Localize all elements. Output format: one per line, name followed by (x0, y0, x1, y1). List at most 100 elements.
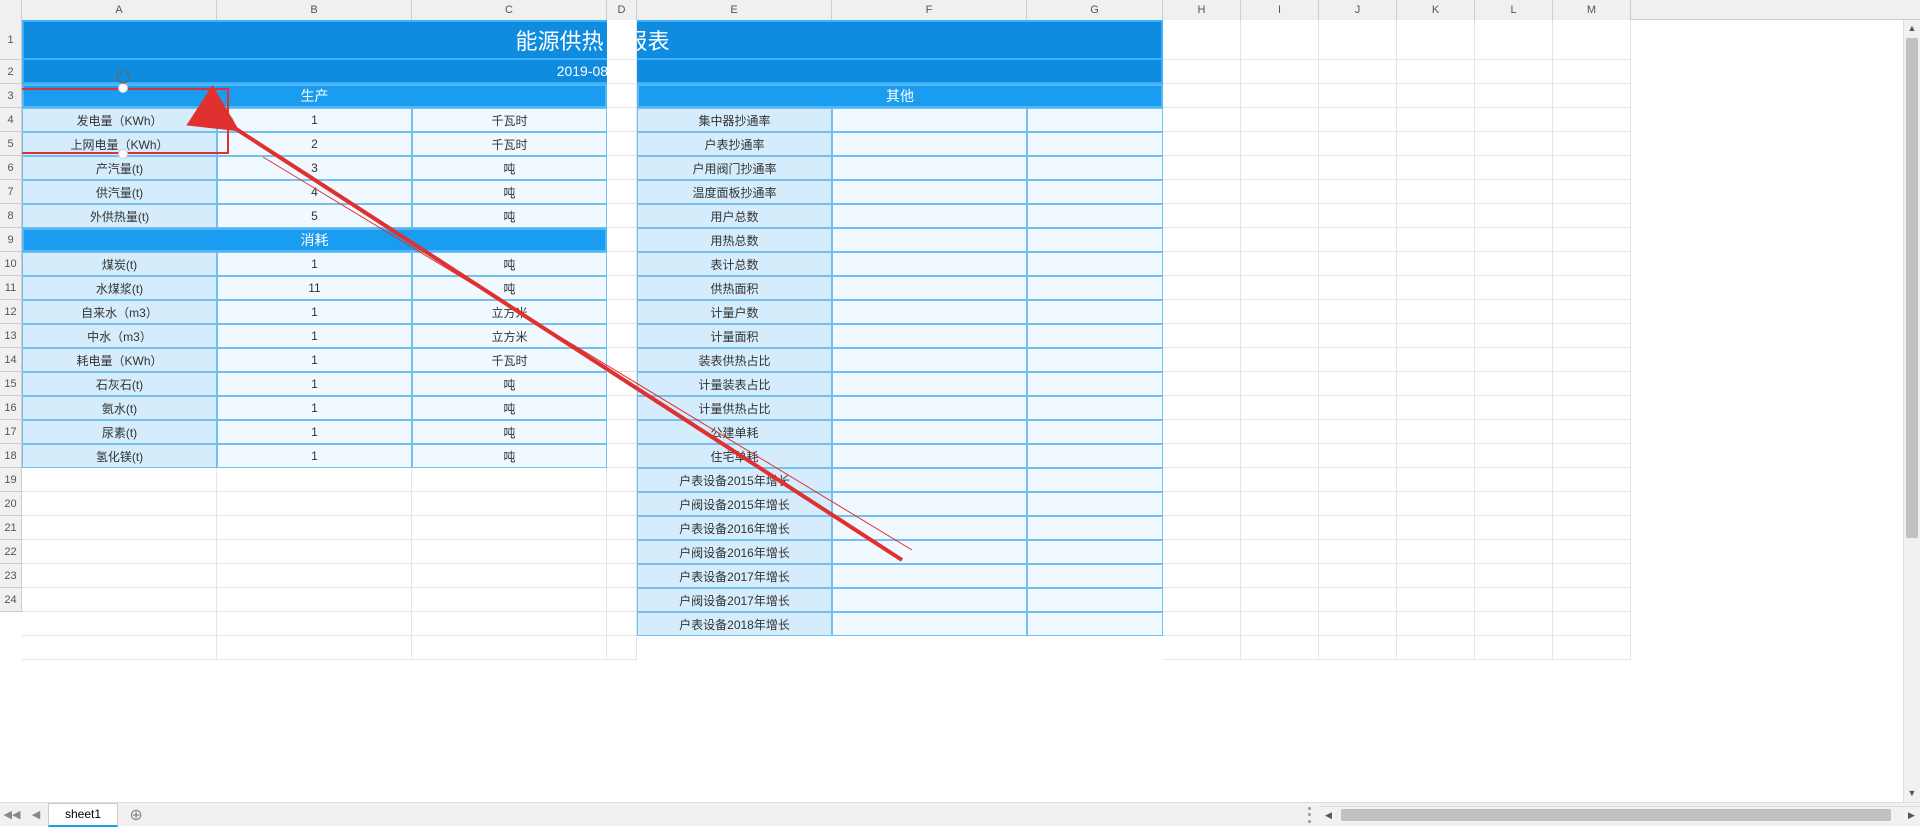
empty-cell[interactable] (1163, 540, 1241, 564)
add-sheet-button[interactable]: ⊕ (124, 803, 148, 827)
other-label[interactable]: 计量装表占比 (637, 372, 832, 396)
vertical-scrollbar[interactable]: ▲ ▼ (1903, 20, 1920, 802)
empty-cell[interactable] (1241, 108, 1319, 132)
consumption-unit[interactable]: 吨 (412, 276, 607, 300)
other-value2[interactable] (1027, 300, 1163, 324)
row-header[interactable]: 5 (0, 132, 22, 156)
empty-cell[interactable] (1319, 444, 1397, 468)
empty-cell[interactable] (1553, 300, 1631, 324)
row-header[interactable]: 19 (0, 468, 22, 492)
other-label[interactable]: 户表设备2015年增长 (637, 468, 832, 492)
other-value2[interactable] (1027, 492, 1163, 516)
empty-cell[interactable] (607, 420, 637, 444)
empty-cell[interactable] (412, 564, 607, 588)
empty-cell[interactable] (1163, 300, 1241, 324)
production-value[interactable]: 3 (217, 156, 412, 180)
section-header-consumption[interactable]: 消耗 (22, 228, 607, 252)
empty-cell[interactable] (1241, 468, 1319, 492)
empty-cell[interactable] (22, 564, 217, 588)
empty-cell[interactable] (1553, 372, 1631, 396)
other-label[interactable]: 户阀设备2015年增长 (637, 492, 832, 516)
empty-cell[interactable] (1475, 396, 1553, 420)
empty-cell[interactable] (412, 492, 607, 516)
empty-cell[interactable] (1397, 204, 1475, 228)
consumption-label[interactable]: 氨水(t) (22, 396, 217, 420)
row-header[interactable]: 24 (0, 588, 22, 612)
empty-cell[interactable] (1553, 228, 1631, 252)
empty-cell[interactable] (1475, 84, 1553, 108)
select-all-corner[interactable] (0, 0, 22, 20)
consumption-label[interactable]: 石灰石(t) (22, 372, 217, 396)
empty-cell[interactable] (1475, 60, 1553, 84)
production-value[interactable]: 2 (217, 132, 412, 156)
empty-cell[interactable] (607, 468, 637, 492)
other-value[interactable] (832, 228, 1027, 252)
empty-cell[interactable] (1241, 636, 1319, 660)
empty-cell[interactable] (1397, 60, 1475, 84)
row-header[interactable]: 15 (0, 372, 22, 396)
scroll-left-button[interactable]: ◀ (1320, 807, 1337, 824)
empty-cell[interactable] (1241, 372, 1319, 396)
empty-cell[interactable] (1241, 228, 1319, 252)
empty-cell[interactable] (1553, 396, 1631, 420)
empty-cell[interactable] (1397, 348, 1475, 372)
empty-cell[interactable] (607, 252, 637, 276)
empty-cell[interactable] (1397, 420, 1475, 444)
other-value[interactable] (832, 612, 1027, 636)
empty-cell[interactable] (607, 324, 637, 348)
empty-cell[interactable] (607, 156, 637, 180)
consumption-value[interactable]: 1 (217, 252, 412, 276)
empty-cell[interactable] (1397, 516, 1475, 540)
empty-cell[interactable] (1163, 468, 1241, 492)
row-header[interactable]: 11 (0, 276, 22, 300)
column-header[interactable]: A (22, 0, 217, 20)
other-value[interactable] (832, 516, 1027, 540)
other-label[interactable]: 集中器抄通率 (637, 108, 832, 132)
other-value2[interactable] (1027, 276, 1163, 300)
empty-cell[interactable] (217, 588, 412, 612)
empty-cell[interactable] (1553, 20, 1631, 60)
empty-cell[interactable] (1397, 180, 1475, 204)
empty-cell[interactable] (607, 516, 637, 540)
empty-cell[interactable] (217, 636, 412, 660)
empty-cell[interactable] (1397, 612, 1475, 636)
scroll-down-button[interactable]: ▼ (1904, 785, 1920, 802)
empty-cell[interactable] (1397, 20, 1475, 60)
row-header[interactable]: 9 (0, 228, 22, 252)
other-label[interactable]: 计量面积 (637, 324, 832, 348)
row-header[interactable]: 21 (0, 516, 22, 540)
other-value[interactable] (832, 420, 1027, 444)
empty-cell[interactable] (607, 564, 637, 588)
production-value[interactable]: 4 (217, 180, 412, 204)
column-header[interactable]: G (1027, 0, 1163, 20)
consumption-label[interactable]: 水煤浆(t) (22, 276, 217, 300)
empty-cell[interactable] (22, 468, 217, 492)
empty-cell[interactable] (607, 636, 637, 660)
horizontal-scrollbar[interactable]: ◀ ▶ (1320, 806, 1920, 823)
empty-cell[interactable] (1319, 60, 1397, 84)
production-label[interactable]: 外供热量(t) (22, 204, 217, 228)
production-label[interactable]: 发电量（KWh） (22, 108, 217, 132)
empty-cell[interactable] (1241, 492, 1319, 516)
empty-cell[interactable] (607, 60, 637, 84)
other-value[interactable] (832, 300, 1027, 324)
empty-cell[interactable] (1241, 324, 1319, 348)
empty-cell[interactable] (412, 516, 607, 540)
empty-cell[interactable] (1475, 180, 1553, 204)
consumption-unit[interactable]: 吨 (412, 252, 607, 276)
consumption-label[interactable]: 尿素(t) (22, 420, 217, 444)
production-value[interactable]: 1 (217, 108, 412, 132)
empty-cell[interactable] (1319, 492, 1397, 516)
empty-cell[interactable] (1163, 588, 1241, 612)
other-label[interactable]: 供热面积 (637, 276, 832, 300)
other-label[interactable]: 户用阀门抄通率 (637, 156, 832, 180)
empty-cell[interactable] (1241, 420, 1319, 444)
empty-cell[interactable] (1397, 324, 1475, 348)
other-value2[interactable] (1027, 324, 1163, 348)
production-unit[interactable]: 吨 (412, 180, 607, 204)
consumption-unit[interactable]: 吨 (412, 396, 607, 420)
empty-cell[interactable] (607, 20, 637, 60)
row-header[interactable]: 23 (0, 564, 22, 588)
empty-cell[interactable] (1319, 132, 1397, 156)
empty-cell[interactable] (1319, 84, 1397, 108)
